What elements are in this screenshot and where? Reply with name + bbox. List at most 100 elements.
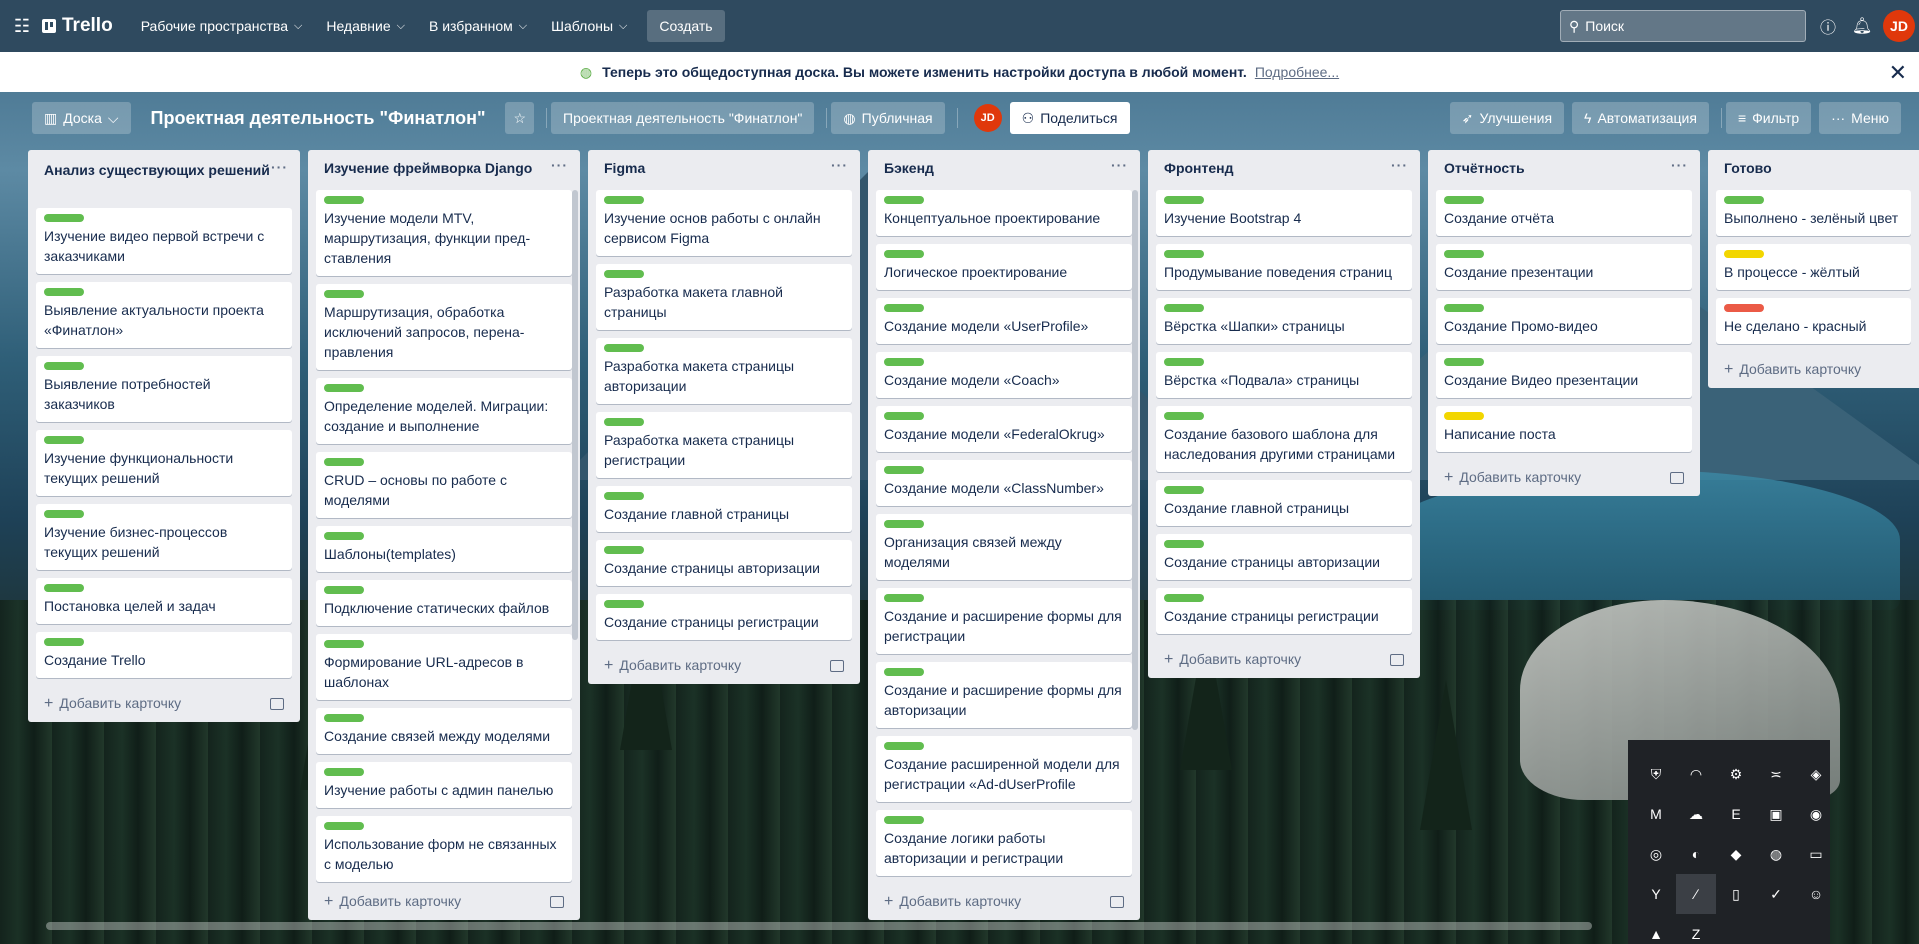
- card-label-green[interactable]: [324, 290, 364, 298]
- card-label-green[interactable]: [324, 532, 364, 540]
- card-label-green[interactable]: [884, 304, 924, 312]
- card[interactable]: Выполнено - зелёный цвет: [1716, 190, 1911, 236]
- malwarebytes-icon[interactable]: M: [1636, 794, 1676, 834]
- card-label-green[interactable]: [1724, 196, 1764, 204]
- card-label-green[interactable]: [1164, 412, 1204, 420]
- card-label-green[interactable]: [1444, 304, 1484, 312]
- list-header[interactable]: Изучение фреймворка Django ···: [316, 150, 572, 190]
- nvidia-icon[interactable]: ◐: [1676, 834, 1716, 874]
- card[interactable]: Изучение видео первой встречи с заказчик…: [36, 208, 292, 274]
- add-card-button[interactable]: + Добавить карточку: [876, 884, 1132, 920]
- card[interactable]: Создание модели «FederalOkrug»: [876, 406, 1132, 452]
- add-card-button[interactable]: + Добавить карточку: [1716, 352, 1911, 388]
- list-title[interactable]: Анализ существующих решений: [44, 160, 270, 180]
- menu-recent[interactable]: Недавние ⌵: [316, 10, 415, 42]
- card[interactable]: Организация связей между моделями: [876, 514, 1132, 580]
- card-label-green[interactable]: [324, 196, 364, 204]
- powerups-button[interactable]: ➶ Улучшения: [1449, 102, 1565, 134]
- card-label-green[interactable]: [884, 520, 924, 528]
- card-label-green[interactable]: [324, 768, 364, 776]
- card-label-green[interactable]: [1164, 196, 1204, 204]
- more-icon[interactable]: ···: [831, 157, 848, 173]
- card[interactable]: Шаблоны(templates): [316, 526, 572, 572]
- add-card-button[interactable]: + Добавить карточку: [1436, 460, 1692, 496]
- menu-workspaces[interactable]: Рабочие пространства ⌵: [131, 10, 313, 42]
- visibility-button[interactable]: ◍ Публичная: [831, 102, 945, 134]
- wifi-icon[interactable]: ◠: [1676, 754, 1716, 794]
- card-label-green[interactable]: [604, 196, 644, 204]
- card[interactable]: Написание поста: [1436, 406, 1692, 452]
- card[interactable]: Разработка макета страницы авторизации: [596, 338, 852, 404]
- discord-icon[interactable]: ☺: [1796, 874, 1836, 914]
- trello-logo[interactable]: Trello: [42, 15, 113, 37]
- card[interactable]: Концептуальное проектирование: [876, 190, 1132, 236]
- card-label-green[interactable]: [884, 412, 924, 420]
- card[interactable]: Создание и расширение формы для регистра…: [876, 588, 1132, 654]
- card[interactable]: Создание и расширение формы для авториза…: [876, 662, 1132, 728]
- member-avatar[interactable]: JD: [973, 104, 1002, 132]
- card-label-green[interactable]: [44, 288, 84, 296]
- card[interactable]: В процессе - жёлтый: [1716, 244, 1911, 290]
- board-horizontal-scrollbar[interactable]: [46, 922, 1592, 930]
- card-label-green[interactable]: [44, 584, 84, 592]
- card-label-green[interactable]: [1444, 250, 1484, 258]
- card[interactable]: Создание Промо-видео: [1436, 298, 1692, 344]
- card[interactable]: Создание Trello: [36, 632, 292, 678]
- card-label-green[interactable]: [884, 594, 924, 602]
- list-scrollbar[interactable]: [572, 190, 578, 640]
- apps-grid-icon[interactable]: ☷: [10, 14, 34, 38]
- card[interactable]: Определение моделей. Миграции: создание …: [316, 378, 572, 444]
- card[interactable]: Создание страницы регистрации: [596, 594, 852, 640]
- card-label-green[interactable]: [1164, 540, 1204, 548]
- card-label-green[interactable]: [1164, 250, 1204, 258]
- card[interactable]: Не сделано - красный: [1716, 298, 1911, 344]
- list-title[interactable]: Фронтенд: [1164, 160, 1234, 176]
- card[interactable]: Подключение статических файлов: [316, 580, 572, 626]
- card-label-yellow[interactable]: [1724, 250, 1764, 258]
- card[interactable]: Разработка макета страницы регистрации: [596, 412, 852, 478]
- card[interactable]: Изучение работы с админ панелью: [316, 762, 572, 808]
- card[interactable]: Постановка целей и задач: [36, 578, 292, 624]
- card[interactable]: Создание модели «UserProfile»: [876, 298, 1132, 344]
- card-label-green[interactable]: [884, 466, 924, 474]
- card-label-yellow[interactable]: [1444, 412, 1484, 420]
- card-label-green[interactable]: [44, 214, 84, 222]
- card-label-green[interactable]: [1164, 594, 1204, 602]
- list-header[interactable]: Готово: [1716, 150, 1911, 190]
- list-header[interactable]: Бэкенд ···: [876, 150, 1132, 190]
- card-label-green[interactable]: [1164, 486, 1204, 494]
- card[interactable]: Создание отчёта: [1436, 190, 1692, 236]
- card-label-red[interactable]: [1724, 304, 1764, 312]
- card-label-green[interactable]: [604, 344, 644, 352]
- card[interactable]: Использование форм не связанных с модель…: [316, 816, 572, 882]
- more-icon[interactable]: ···: [271, 157, 288, 177]
- list-scrollbar[interactable]: [1132, 190, 1138, 730]
- template-icon[interactable]: [1110, 896, 1124, 908]
- device-icon[interactable]: ▣: [1756, 794, 1796, 834]
- steam-icon[interactable]: ⚙: [1716, 754, 1756, 794]
- monitor-icon[interactable]: ▭: [1796, 834, 1836, 874]
- add-card-button[interactable]: + Добавить карточку: [36, 686, 292, 722]
- card[interactable]: Создание связей между моделями: [316, 708, 572, 754]
- card-label-green[interactable]: [324, 458, 364, 466]
- discover-icon[interactable]: ◎: [1636, 834, 1676, 874]
- card[interactable]: Создание главной страницы: [596, 486, 852, 532]
- bell-icon[interactable]: 🔔︎: [1850, 14, 1874, 38]
- card-label-green[interactable]: [604, 492, 644, 500]
- add-card-button[interactable]: + Добавить карточку: [1156, 642, 1412, 678]
- card-label-green[interactable]: [604, 600, 644, 608]
- banner-more-link[interactable]: Подробнее...: [1255, 64, 1339, 80]
- list-header[interactable]: Figma ···: [596, 150, 852, 190]
- card[interactable]: Создание страницы регистрации: [1156, 588, 1412, 634]
- cloud-x-icon[interactable]: ☁: [1676, 794, 1716, 834]
- card-label-green[interactable]: [324, 640, 364, 648]
- card-label-green[interactable]: [884, 742, 924, 750]
- card[interactable]: Продумывание поведения страниц: [1156, 244, 1412, 290]
- automation-button[interactable]: ϟ Автоматизация: [1572, 102, 1709, 134]
- card-label-green[interactable]: [324, 384, 364, 392]
- card-label-green[interactable]: [324, 822, 364, 830]
- list-title[interactable]: Отчётность: [1444, 160, 1525, 176]
- card[interactable]: Изучение основ работы с онлайн сервисом …: [596, 190, 852, 256]
- drive-icon[interactable]: ▲: [1636, 914, 1676, 944]
- menu-templates[interactable]: Шаблоны ⌵: [541, 10, 637, 42]
